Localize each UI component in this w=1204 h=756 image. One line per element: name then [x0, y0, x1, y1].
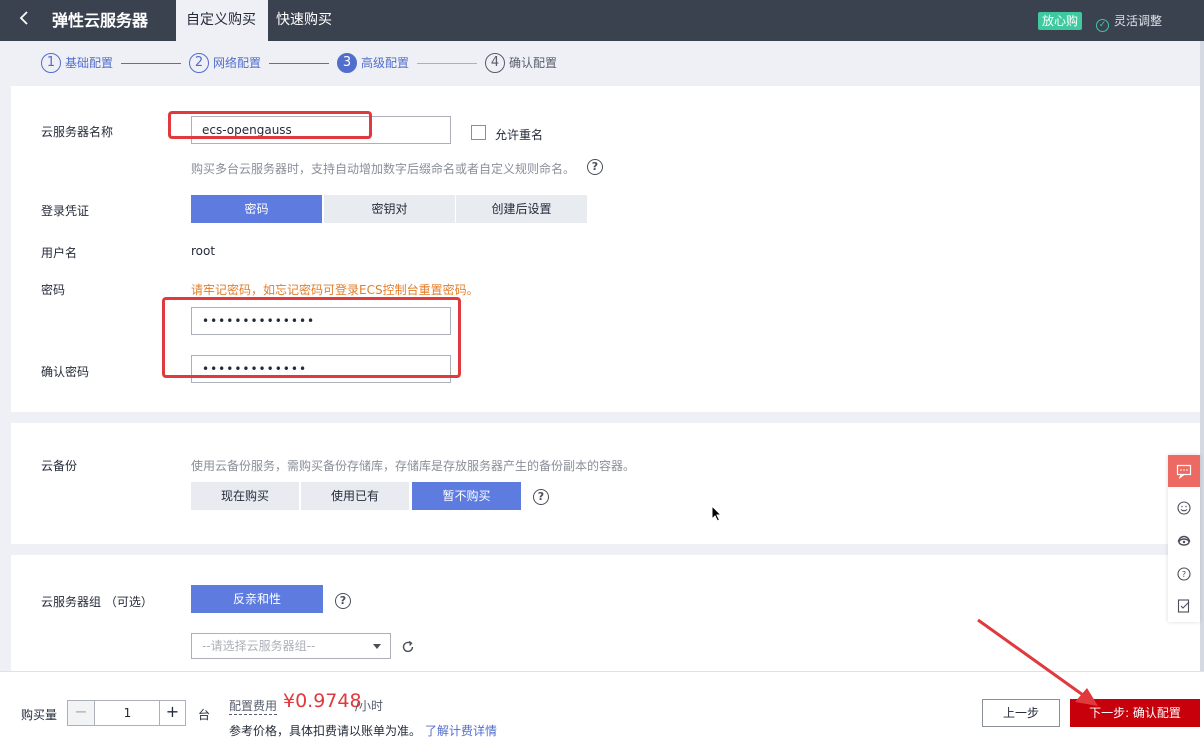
flex-adjust-label: 灵活调整 — [1114, 14, 1163, 28]
price-note: 参考价格，具体扣费请以账单为准。 — [229, 724, 422, 738]
server-group-panel: 云服务器组 （可选） 反亲和性 ? --请选择云服务器组-- — [11, 555, 1200, 671]
step-basic: 1 基础配置 — [41, 53, 113, 73]
mouse-cursor-icon — [711, 505, 723, 522]
help-icon[interactable]: ? — [587, 159, 603, 175]
help-icon[interactable]: ? — [335, 593, 351, 609]
edit-icon[interactable] — [1176, 598, 1192, 614]
quantity-stepper: − 1 + — [67, 700, 186, 726]
back-button[interactable] — [14, 10, 34, 32]
server-name-input[interactable]: ecs-opengauss — [191, 116, 451, 144]
price-unit: /小时 — [355, 699, 384, 713]
step-number: 1 — [41, 53, 61, 73]
headset-icon[interactable] — [1176, 533, 1192, 549]
password-label: 密码 — [41, 283, 66, 297]
backup-panel: 云备份 使用云备份服务，需购买备份存储库，存储库是存放服务器产生的备份副本的容器… — [11, 423, 1200, 544]
config-panel: 云服务器名称 ecs-opengauss 允许重名 购买多台云服务器时，支持自动… — [11, 86, 1200, 412]
server-name-label: 云服务器名称 — [41, 125, 114, 139]
step-connector — [121, 63, 181, 64]
step-label: 高级配置 — [361, 56, 410, 70]
username-value: root — [191, 244, 216, 258]
next-step-button[interactable]: 下一步: 确认配置 — [1070, 699, 1200, 727]
backup-use-existing-option[interactable]: 使用已有 — [301, 482, 409, 510]
confirm-password-input[interactable]: ••••••••••••• — [191, 355, 451, 383]
backup-hint: 使用云备份服务，需购买备份存储库，存储库是存放服务器产生的备份副本的容器。 — [191, 459, 636, 473]
step-label: 确认配置 — [509, 56, 558, 70]
previous-step-button[interactable]: 上一步 — [982, 699, 1060, 727]
server-group-label: 云服务器组 （可选） — [41, 595, 153, 609]
step-label: 网络配置 — [213, 56, 262, 70]
password-warning: 请牢记密码，如忘记密码可登录ECS控制台重置密码。 — [191, 283, 479, 297]
step-progress: 1 基础配置 2 网络配置 3 高级配置 4 确认配置 — [0, 41, 1200, 85]
help-icon[interactable]: ? — [533, 489, 549, 505]
tab-quick-buy[interactable]: 快速购买 — [266, 0, 342, 41]
chevron-left-icon — [19, 11, 28, 25]
flex-adjust-link[interactable]: ✓ 灵活调整 — [1096, 12, 1163, 32]
step-network: 2 网络配置 — [189, 53, 261, 73]
anti-affinity-button[interactable]: 反亲和性 — [191, 585, 323, 613]
allow-duplicate-label: 允许重名 — [495, 128, 544, 142]
chat-icon — [1176, 464, 1192, 479]
step-connector — [417, 63, 477, 64]
step-advanced: 3 高级配置 — [337, 53, 409, 73]
chat-button[interactable] — [1168, 455, 1200, 487]
svg-text:?: ? — [1182, 570, 1186, 579]
allow-duplicate-checkbox[interactable] — [471, 125, 486, 140]
billing-details-link[interactable]: 了解计费详情 — [425, 722, 497, 739]
quantity-label: 购买量 — [21, 708, 58, 722]
help-icon[interactable]: ? — [1176, 566, 1192, 582]
check-circle-icon: ✓ — [1096, 19, 1109, 32]
smile-icon[interactable] — [1176, 500, 1192, 516]
refresh-icon[interactable] — [401, 640, 415, 654]
step-number: 2 — [189, 53, 209, 73]
login-password-option[interactable]: 密码 — [191, 195, 322, 223]
tab-custom-buy[interactable]: 自定义购买 — [176, 0, 268, 41]
quantity-unit: 台 — [198, 708, 211, 722]
step-number: 3 — [337, 53, 357, 73]
scrollbar[interactable] — [1200, 41, 1204, 671]
step-confirm: 4 确认配置 — [485, 53, 557, 73]
login-later-option[interactable]: 创建后设置 — [456, 195, 587, 223]
password-input[interactable]: •••••••••••••• — [191, 307, 451, 335]
config-fee-label[interactable]: 配置费用 — [229, 697, 278, 715]
step-label: 基础配置 — [65, 56, 114, 70]
floating-toolbar: ? — [1168, 455, 1200, 622]
login-keypair-option[interactable]: 密钥对 — [324, 195, 455, 223]
bottom-purchase-bar: 购买量 − 1 + 台 配置费用 ¥0.9748 /小时 参考价格，具体扣费请以… — [0, 671, 1204, 756]
caret-down-icon — [373, 644, 381, 649]
backup-buy-now-option[interactable]: 现在购买 — [191, 482, 299, 510]
backup-label: 云备份 — [41, 459, 78, 473]
login-credential-label: 登录凭证 — [41, 204, 90, 218]
select-placeholder: --请选择云服务器组-- — [202, 639, 316, 653]
step-number: 4 — [485, 53, 505, 73]
backup-skip-option[interactable]: 暂不购买 — [412, 482, 521, 510]
increase-button[interactable]: + — [159, 701, 185, 725]
server-name-hint: 购买多台云服务器时，支持自动增加数字后缀命名或者自定义规则命名。 — [191, 162, 576, 176]
server-group-select[interactable]: --请选择云服务器组-- — [191, 633, 391, 659]
price-value: ¥0.9748 — [283, 690, 362, 712]
decrease-button[interactable]: − — [68, 701, 95, 725]
worry-free-badge[interactable]: 放心购 — [1038, 12, 1083, 30]
username-label: 用户名 — [41, 246, 78, 260]
quantity-input[interactable]: 1 — [95, 701, 160, 725]
confirm-password-label: 确认密码 — [41, 365, 90, 379]
step-connector — [269, 63, 329, 64]
top-header: 弹性云服务器 自定义购买 快速购买 放心购 ✓ 灵活调整 — [0, 0, 1204, 41]
page-title: 弹性云服务器 — [52, 11, 149, 30]
